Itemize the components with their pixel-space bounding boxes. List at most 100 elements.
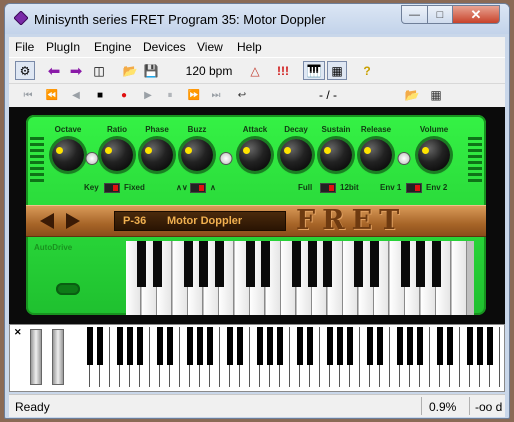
black-key[interactable] [257, 327, 263, 365]
piano-button[interactable]: 🎹 [303, 61, 325, 80]
plugin-button[interactable]: ⚙ [15, 61, 35, 80]
black-key[interactable] [267, 327, 273, 365]
step-back-button[interactable]: ◀ [69, 88, 83, 102]
buzz-knob[interactable] [181, 139, 213, 171]
release-volume-switch[interactable] [397, 152, 411, 165]
synth-keyboard[interactable] [126, 241, 474, 315]
black-key[interactable] [397, 327, 403, 365]
loop-button[interactable]: ↩ [235, 88, 249, 102]
fast-forward-button[interactable]: ⏩ [187, 88, 201, 102]
bit-depth-toggle[interactable] [320, 183, 336, 193]
phase-knob[interactable] [141, 139, 173, 171]
export-button[interactable]: ▦ [429, 88, 443, 102]
pitch-wheel[interactable] [30, 329, 42, 385]
sustain-knob[interactable] [320, 139, 352, 171]
black-key[interactable] [152, 241, 162, 287]
black-key[interactable] [137, 327, 143, 365]
black-key[interactable] [187, 327, 193, 365]
attack-knob[interactable] [239, 139, 271, 171]
save-button[interactable]: 💾 [143, 61, 159, 80]
stop-button[interactable]: ■ [93, 88, 107, 102]
ratio-knob[interactable] [101, 139, 133, 171]
black-key[interactable] [183, 241, 193, 287]
black-key[interactable] [369, 241, 379, 287]
rewind-button[interactable]: ⏪ [45, 88, 59, 102]
maximize-button[interactable]: □ [427, 5, 453, 24]
black-key[interactable] [307, 241, 317, 287]
buzz-attack-switch[interactable] [219, 152, 233, 165]
black-key[interactable] [416, 241, 425, 287]
to-end-button[interactable]: ⏭ [209, 88, 223, 102]
black-key[interactable] [157, 327, 163, 365]
menu-view[interactable]: View [197, 40, 223, 54]
envelope-toggle[interactable] [406, 183, 422, 193]
black-key[interactable] [214, 241, 224, 287]
menu-plugin[interactable]: PlugIn [46, 40, 80, 54]
black-key[interactable] [199, 241, 208, 287]
record-button[interactable]: ● [117, 88, 131, 102]
prev-program-button[interactable] [40, 213, 54, 229]
black-key[interactable] [400, 241, 410, 287]
tempo-display[interactable]: 120 bpm [179, 61, 239, 80]
black-key[interactable] [167, 327, 173, 365]
to-start-button[interactable]: ⏮ [21, 88, 35, 102]
black-key[interactable] [127, 327, 133, 365]
open-file-button[interactable]: 📂 [405, 88, 420, 102]
black-key[interactable] [277, 327, 283, 365]
pause-button[interactable]: ⏸ [163, 88, 177, 102]
black-key[interactable] [227, 327, 233, 365]
menu-devices[interactable]: Devices [143, 40, 186, 54]
black-key[interactable] [327, 327, 333, 365]
black-key[interactable] [447, 327, 453, 365]
white-key[interactable] [451, 241, 467, 315]
black-key[interactable] [407, 327, 413, 365]
black-key[interactable] [377, 327, 383, 365]
black-key[interactable] [431, 241, 441, 287]
black-key[interactable] [297, 327, 303, 365]
black-key[interactable] [354, 241, 363, 287]
black-key[interactable] [437, 327, 443, 365]
autodrive-button[interactable] [56, 283, 80, 295]
black-key[interactable] [237, 327, 243, 365]
mod-wheel[interactable] [52, 329, 64, 385]
black-key[interactable] [207, 327, 213, 365]
record-marks-button[interactable]: !!! [273, 61, 293, 80]
waveform-toggle[interactable] [190, 183, 206, 193]
open-button[interactable]: 📂 [121, 61, 139, 80]
minimize-button[interactable]: — [401, 5, 428, 24]
close-pane-icon[interactable]: ✕ [14, 327, 22, 338]
black-key[interactable] [197, 327, 203, 365]
black-key[interactable] [292, 241, 301, 287]
black-key[interactable] [117, 327, 123, 365]
menu-help[interactable]: Help [237, 40, 262, 54]
play-button[interactable]: ▶ [141, 88, 155, 102]
forward-button[interactable]: ➡ [67, 61, 85, 80]
volume-knob[interactable] [418, 139, 450, 171]
black-key[interactable] [87, 327, 93, 365]
octave-ratio-switch[interactable] [85, 152, 99, 165]
next-program-button[interactable] [66, 213, 80, 229]
midi-keyboard[interactable] [80, 327, 500, 387]
black-key[interactable] [97, 327, 103, 365]
grid-button[interactable]: ▦ [327, 61, 347, 80]
black-key[interactable] [261, 241, 270, 287]
black-key[interactable] [467, 327, 473, 365]
black-key[interactable] [337, 327, 343, 365]
black-key[interactable] [487, 327, 493, 365]
black-key[interactable] [367, 327, 373, 365]
decay-knob[interactable] [280, 139, 312, 171]
black-key[interactable] [245, 241, 255, 287]
black-key[interactable] [323, 241, 332, 287]
release-knob[interactable] [360, 139, 392, 171]
octave-knob[interactable] [52, 139, 84, 171]
help-button[interactable]: ? [359, 61, 375, 80]
black-key[interactable] [347, 327, 353, 365]
black-key[interactable] [137, 241, 146, 287]
black-key[interactable] [417, 327, 423, 365]
black-key[interactable] [477, 327, 483, 365]
key-fixed-toggle[interactable] [104, 183, 120, 193]
black-key[interactable] [307, 327, 313, 365]
back-button[interactable]: ⬅ [45, 61, 63, 80]
menu-engine[interactable]: Engine [94, 40, 131, 54]
windows-button[interactable]: ◫ [91, 61, 107, 80]
